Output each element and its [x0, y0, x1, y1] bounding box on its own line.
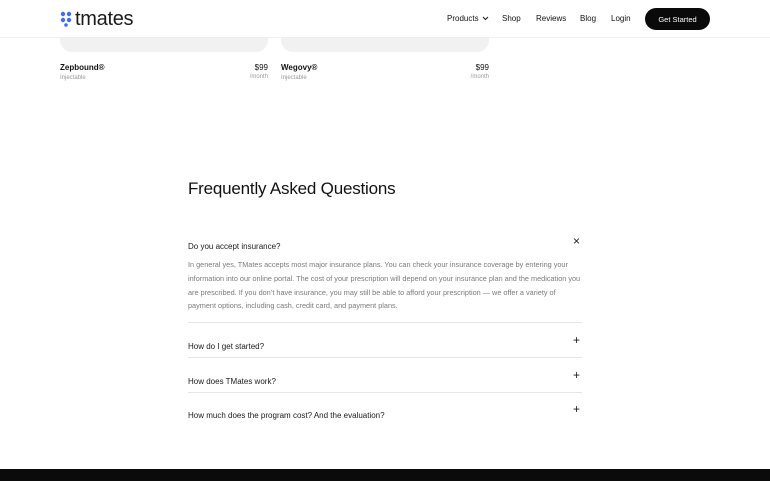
- nav-reviews[interactable]: Reviews: [536, 14, 566, 23]
- footer: [0, 469, 770, 481]
- faq-item-insurance[interactable]: Do you accept insurance? ×: [188, 235, 582, 254]
- site-header: tmates Products Shop Reviews Blog Login …: [0, 0, 770, 38]
- chevron-down-icon: [482, 16, 488, 21]
- product-price: $99: [254, 63, 268, 72]
- plus-icon[interactable]: +: [573, 403, 580, 415]
- product-price-period: /month: [470, 74, 489, 80]
- faq-heading: Frequently Asked Questions: [188, 179, 396, 198]
- product-name[interactable]: Wegovy®: [281, 63, 317, 72]
- product-type: Injectable: [60, 75, 86, 81]
- nav-blog[interactable]: Blog: [580, 14, 596, 23]
- brand-name: tmates: [75, 8, 134, 30]
- faq-divider: [188, 357, 582, 358]
- product-type: Injectable: [281, 75, 307, 81]
- faq-item-get-started[interactable]: How do I get started? +: [188, 334, 582, 354]
- get-started-button[interactable]: Get Started: [645, 8, 710, 30]
- faq-question[interactable]: How do I get started?: [188, 342, 264, 351]
- faq-question[interactable]: How does TMates work?: [188, 377, 276, 386]
- faq-question[interactable]: How much does the program cost? And the …: [188, 411, 385, 420]
- faq-item-cost[interactable]: How much does the program cost? And the …: [188, 403, 582, 423]
- faq-question[interactable]: Do you accept insurance?: [188, 242, 281, 251]
- faq-divider: [188, 392, 582, 393]
- brand-logo[interactable]: tmates: [60, 8, 134, 30]
- faq-answer: In general yes, TMates accepts most majo…: [188, 260, 581, 311]
- nav-shop[interactable]: Shop: [502, 14, 521, 23]
- nav-login[interactable]: Login: [611, 14, 631, 23]
- product-price: $99: [475, 63, 489, 72]
- product-price-period: /month: [249, 74, 268, 80]
- product-name[interactable]: Zepbound®: [60, 63, 105, 72]
- faq-item-how-it-works[interactable]: How does TMates work? +: [188, 369, 582, 389]
- nav-products-label: Products: [447, 14, 479, 23]
- plus-icon[interactable]: +: [573, 334, 580, 346]
- plus-icon[interactable]: +: [573, 369, 580, 381]
- logo-mark-icon: [60, 11, 72, 27]
- close-icon[interactable]: ×: [573, 235, 580, 247]
- nav-products[interactable]: Products: [447, 14, 489, 23]
- faq-divider: [188, 322, 582, 323]
